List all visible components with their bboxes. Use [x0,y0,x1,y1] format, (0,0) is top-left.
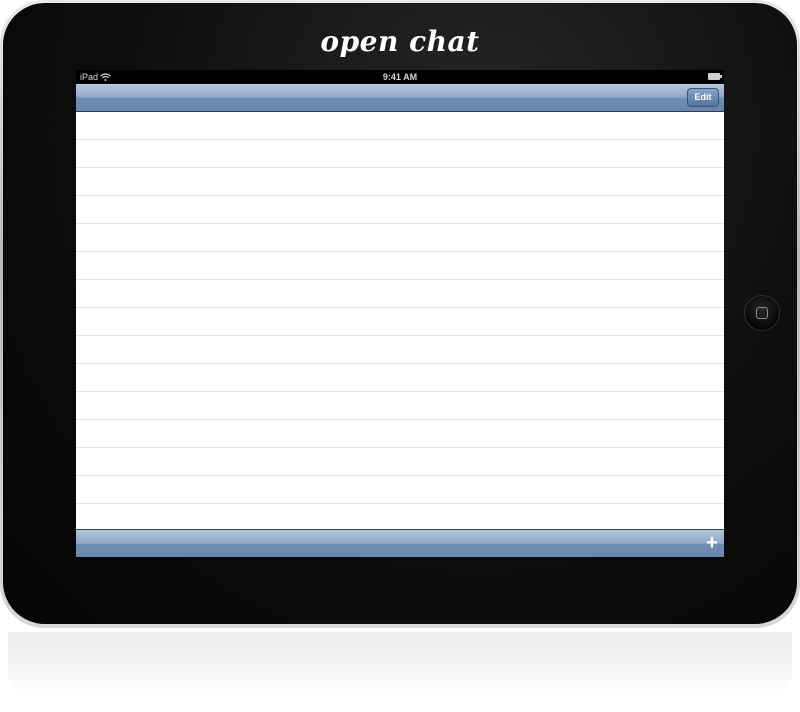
status-time: 9:41 AM [382,72,418,82]
device-reflection [8,632,792,710]
home-button[interactable] [745,296,779,330]
app-logo: open chat [320,25,480,58]
table-row[interactable] [76,252,724,280]
table-row[interactable] [76,168,724,196]
table-row[interactable] [76,448,724,476]
table-row[interactable] [76,364,724,392]
table-row[interactable] [76,196,724,224]
table-row[interactable] [76,280,724,308]
battery-tip [720,75,722,78]
table-row[interactable] [76,224,724,252]
table-row[interactable] [76,476,724,504]
navigation-bar: Edit [76,84,724,112]
table-row[interactable] [76,504,724,532]
device-screen: iPad 9:41 AM Edit + [76,70,724,557]
battery-icon [708,73,720,80]
status-bar: iPad 9:41 AM [76,70,724,84]
add-chat-button[interactable]: + [702,533,722,553]
table-row[interactable] [76,392,724,420]
table-row[interactable] [76,336,724,364]
bottom-toolbar: + [76,529,724,557]
edit-button[interactable]: Edit [687,88,719,107]
ipad-mockup: open chat iPad 9:41 AM Edit + [0,0,800,712]
chat-list-table[interactable] [76,112,724,532]
plus-icon: + [706,532,718,554]
home-button-icon [756,307,768,319]
table-row[interactable] [76,308,724,336]
table-row[interactable] [76,140,724,168]
table-row[interactable] [76,420,724,448]
table-row[interactable] [76,112,724,140]
